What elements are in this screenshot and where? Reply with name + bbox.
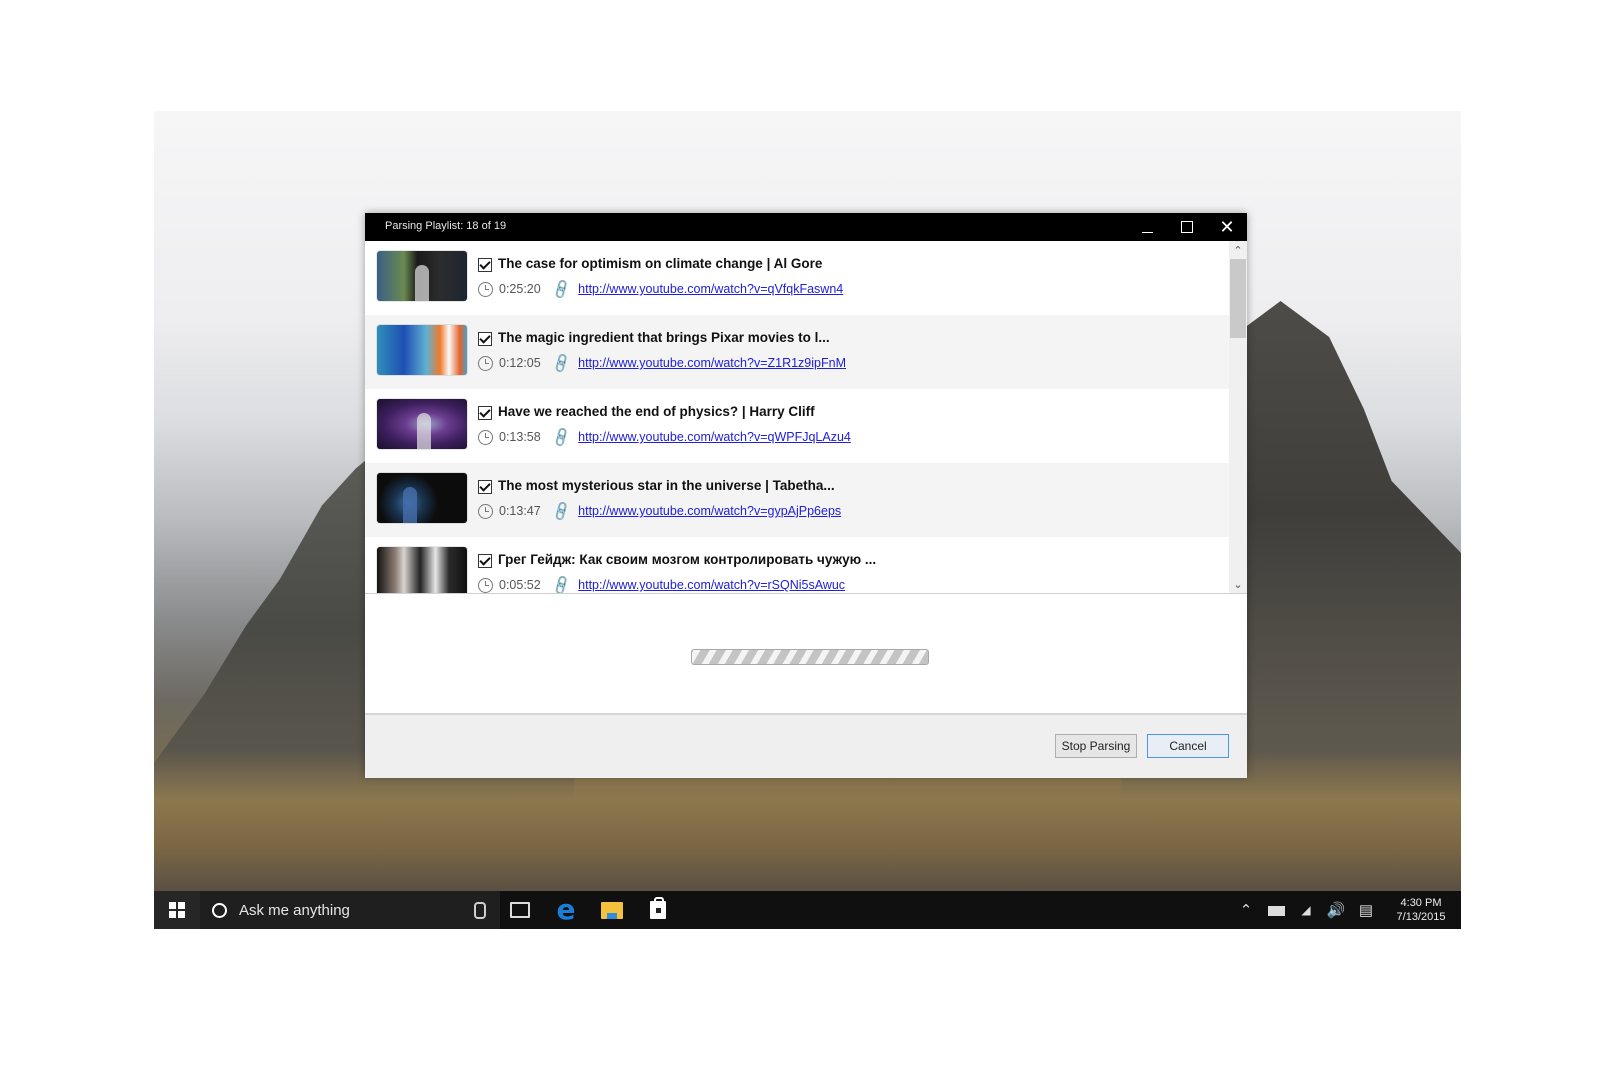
- wifi-icon[interactable]: ◢: [1291, 903, 1321, 917]
- link-icon: 🔗: [549, 499, 573, 522]
- video-meta: 0:13:47 🔗 http://www.youtube.com/watch?v…: [478, 499, 841, 522]
- edge-button[interactable]: e: [546, 891, 586, 929]
- video-thumbnail: [377, 325, 467, 375]
- action-center-icon[interactable]: ▤: [1351, 901, 1381, 919]
- video-url-link[interactable]: http://www.youtube.com/watch?v=Z1R1z9ipF…: [578, 356, 846, 370]
- video-checkbox[interactable]: [478, 406, 492, 420]
- video-list-item: Have we reached the end of physics? | Ha…: [365, 389, 1229, 463]
- indeterminate-progress-bar: [691, 649, 929, 665]
- task-view-icon: [510, 902, 530, 918]
- video-thumbnail: [377, 251, 467, 301]
- video-checkbox[interactable]: [478, 480, 492, 494]
- clock-time: 4:30 PM: [1400, 897, 1442, 909]
- video-checkbox[interactable]: [478, 554, 492, 568]
- parsing-dialog: Parsing Playlist: 18 of 19 ✕ The case fo…: [365, 213, 1247, 778]
- clock-icon: [478, 281, 493, 297]
- video-thumbnail: [377, 473, 467, 523]
- cortana-search-box[interactable]: Ask me anything: [200, 891, 500, 929]
- video-duration: 0:13:47: [499, 504, 541, 518]
- cortana-icon: [212, 902, 227, 918]
- vertical-scrollbar[interactable]: ⌃ ⌄: [1229, 241, 1247, 593]
- windows-logo-icon: [169, 902, 185, 918]
- video-list-area: The case for optimism on climate change …: [365, 241, 1247, 594]
- video-list-item: The case for optimism on climate change …: [365, 241, 1229, 315]
- video-thumbnail: [377, 399, 467, 449]
- edge-icon: e: [556, 893, 576, 926]
- microphone-icon[interactable]: [474, 902, 486, 919]
- maximize-icon: [1181, 221, 1193, 233]
- close-icon: ✕: [1219, 217, 1235, 237]
- video-duration: 0:25:20: [499, 282, 541, 296]
- clock-icon: [478, 577, 493, 593]
- video-list-item: The magic ingredient that brings Pixar m…: [365, 315, 1229, 389]
- stop-parsing-button[interactable]: Stop Parsing: [1055, 734, 1137, 758]
- video-meta: 0:12:05 🔗 http://www.youtube.com/watch?v…: [478, 351, 846, 374]
- chevron-down-icon: ⌄: [1233, 578, 1243, 591]
- volume-icon[interactable]: 🔊: [1321, 901, 1351, 919]
- start-button[interactable]: [154, 891, 200, 929]
- scroll-up-button[interactable]: ⌃: [1229, 241, 1247, 259]
- video-list: The case for optimism on climate change …: [365, 241, 1229, 593]
- minimize-button[interactable]: [1127, 213, 1167, 241]
- cancel-button[interactable]: Cancel: [1147, 734, 1229, 758]
- video-title: The case for optimism on climate change …: [498, 256, 823, 271]
- video-duration: 0:05:52: [499, 578, 541, 592]
- task-view-button[interactable]: [500, 891, 540, 929]
- video-list-item: The most mysterious star in the universe…: [365, 463, 1229, 537]
- minimize-icon: [1141, 231, 1153, 233]
- video-url-link[interactable]: http://www.youtube.com/watch?v=rSQNi5sAw…: [578, 578, 845, 592]
- video-meta: 0:25:20 🔗 http://www.youtube.com/watch?v…: [478, 277, 843, 300]
- close-button[interactable]: ✕: [1207, 213, 1247, 241]
- battery-icon[interactable]: [1261, 902, 1291, 919]
- video-title: The magic ingredient that brings Pixar m…: [498, 330, 830, 345]
- dialog-footer: Stop Parsing Cancel: [365, 713, 1247, 778]
- clock-icon: [478, 503, 493, 519]
- window-title: Parsing Playlist: 18 of 19: [385, 220, 507, 232]
- clock-date: 7/13/2015: [1396, 911, 1446, 923]
- store-icon: [650, 897, 666, 919]
- clock-icon: [478, 429, 493, 445]
- video-title: Have we reached the end of physics? | Ha…: [498, 404, 815, 419]
- maximize-button[interactable]: [1167, 213, 1207, 241]
- store-button[interactable]: [638, 891, 678, 929]
- link-icon: 🔗: [549, 351, 573, 374]
- video-url-link[interactable]: http://www.youtube.com/watch?v=gypAjPp6e…: [578, 504, 841, 518]
- video-checkbox[interactable]: [478, 332, 492, 346]
- link-icon: 🔗: [549, 277, 573, 300]
- link-icon: 🔗: [549, 425, 573, 448]
- show-hidden-icons-button[interactable]: ⌃: [1231, 901, 1261, 919]
- file-explorer-button[interactable]: [592, 891, 632, 929]
- taskbar: Ask me anything e ⌃ ◢ 🔊 ▤ 4:30 PM 7/13/2…: [154, 891, 1461, 929]
- search-placeholder: Ask me anything: [239, 901, 350, 919]
- scrollbar-thumb[interactable]: [1230, 259, 1246, 338]
- video-title: The most mysterious star in the universe…: [498, 478, 835, 493]
- video-thumbnail: [377, 547, 467, 593]
- system-tray: ⌃ ◢ 🔊 ▤ 4:30 PM 7/13/2015: [1231, 891, 1461, 929]
- scroll-down-button[interactable]: ⌄: [1229, 575, 1247, 593]
- video-title: Грег Гейдж: Как своим мозгом контролиров…: [498, 552, 877, 567]
- video-meta: 0:05:52 🔗 http://www.youtube.com/watch?v…: [478, 573, 845, 593]
- link-icon: 🔗: [549, 573, 573, 594]
- video-duration: 0:13:58: [499, 430, 541, 444]
- folder-icon: [601, 901, 623, 919]
- title-bar[interactable]: Parsing Playlist: 18 of 19 ✕: [365, 213, 1247, 241]
- video-checkbox[interactable]: [478, 258, 492, 272]
- clock[interactable]: 4:30 PM 7/13/2015: [1381, 896, 1461, 924]
- video-duration: 0:12:05: [499, 356, 541, 370]
- video-list-item: Грег Гейдж: Как своим мозгом контролиров…: [365, 537, 1229, 593]
- video-url-link[interactable]: http://www.youtube.com/watch?v=qWPFJqLAz…: [578, 430, 851, 444]
- chevron-up-icon: ⌃: [1233, 244, 1243, 257]
- video-url-link[interactable]: http://www.youtube.com/watch?v=qVfqkFasw…: [578, 282, 843, 296]
- clock-icon: [478, 355, 493, 371]
- video-meta: 0:13:58 🔗 http://www.youtube.com/watch?v…: [478, 425, 851, 448]
